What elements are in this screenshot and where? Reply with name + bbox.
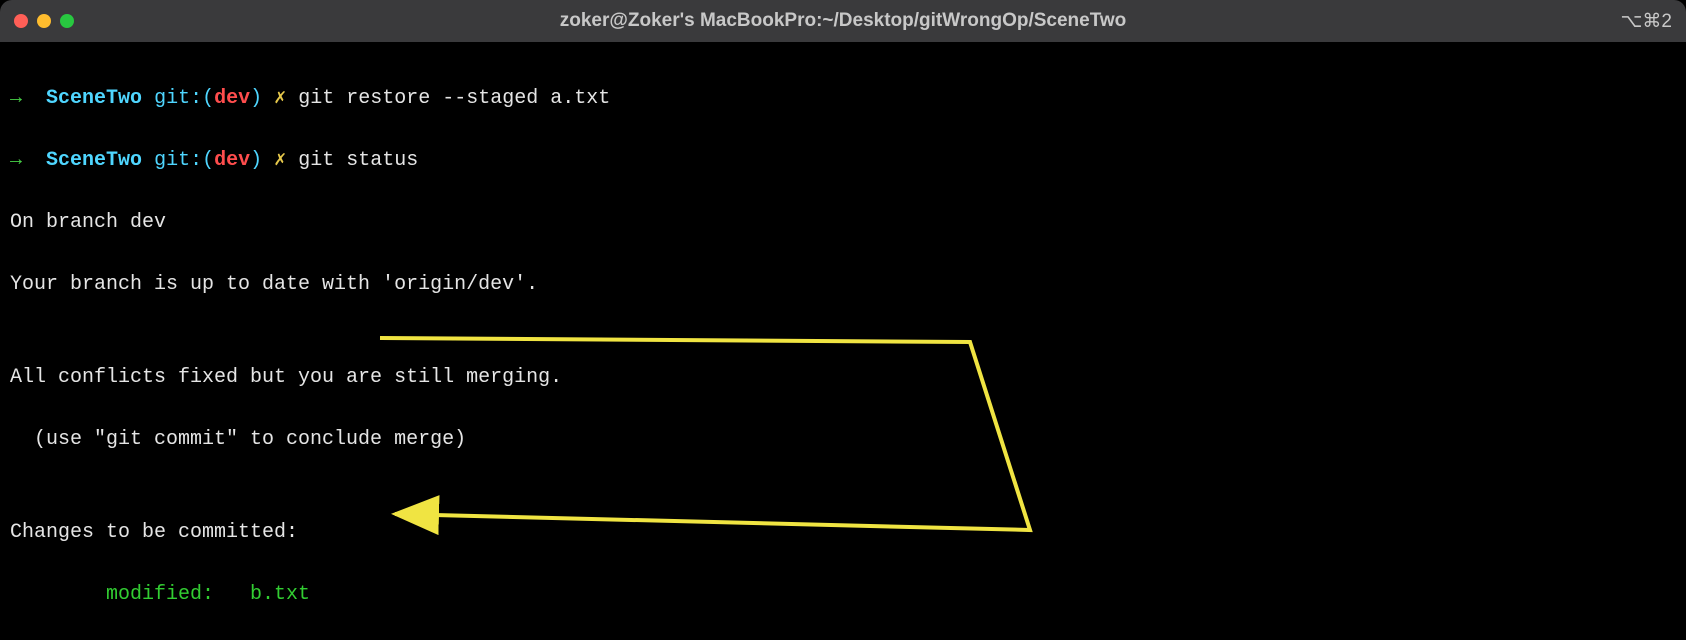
staged-file: b.txt [250,583,310,606]
command-1: git restore --staged a.txt [298,87,610,110]
maximize-button[interactable] [60,14,74,28]
output-line: All conflicts fixed but you are still me… [10,362,1676,393]
prompt-dir: SceneTwo [46,87,142,110]
titlebar: zoker@Zoker's MacBookPro:~/Desktop/gitWr… [0,0,1686,42]
prompt-dirty-icon: ✗ [274,149,286,172]
command-2: git status [298,149,418,172]
prompt-arrow: → [10,87,22,110]
terminal-body[interactable]: → SceneTwo git:(dev) ✗ git restore --sta… [0,42,1686,640]
minimize-button[interactable] [37,14,51,28]
traffic-lights [14,14,74,28]
annotation-arrow-icon [0,42,1686,640]
prompt-dirty-icon: ✗ [274,87,286,110]
prompt-dir: SceneTwo [46,149,142,172]
modified-label: modified: [10,583,250,606]
output-line: (use "git commit" to conclude merge) [10,424,1676,455]
staged-modified-line: modified: b.txt [10,579,1676,610]
prompt-arrow: → [10,149,22,172]
close-button[interactable] [14,14,28,28]
prompt-line-2: → SceneTwo git:(dev) ✗ git status [10,145,1676,176]
prompt-git-label: git:( [154,87,214,110]
output-line: On branch dev [10,207,1676,238]
prompt-git-label: git:( [154,149,214,172]
prompt-branch: dev [214,87,250,110]
prompt-branch: dev [214,149,250,172]
prompt-git-close: ) [250,87,262,110]
window-title: zoker@Zoker's MacBookPro:~/Desktop/gitWr… [560,10,1127,32]
terminal-window: zoker@Zoker's MacBookPro:~/Desktop/gitWr… [0,0,1686,640]
prompt-git-close: ) [250,149,262,172]
output-line: Your branch is up to date with 'origin/d… [10,269,1676,300]
output-line: Changes to be committed: [10,517,1676,548]
window-shortcut-hint: ⌥⌘2 [1621,10,1672,33]
prompt-line-1: → SceneTwo git:(dev) ✗ git restore --sta… [10,83,1676,114]
